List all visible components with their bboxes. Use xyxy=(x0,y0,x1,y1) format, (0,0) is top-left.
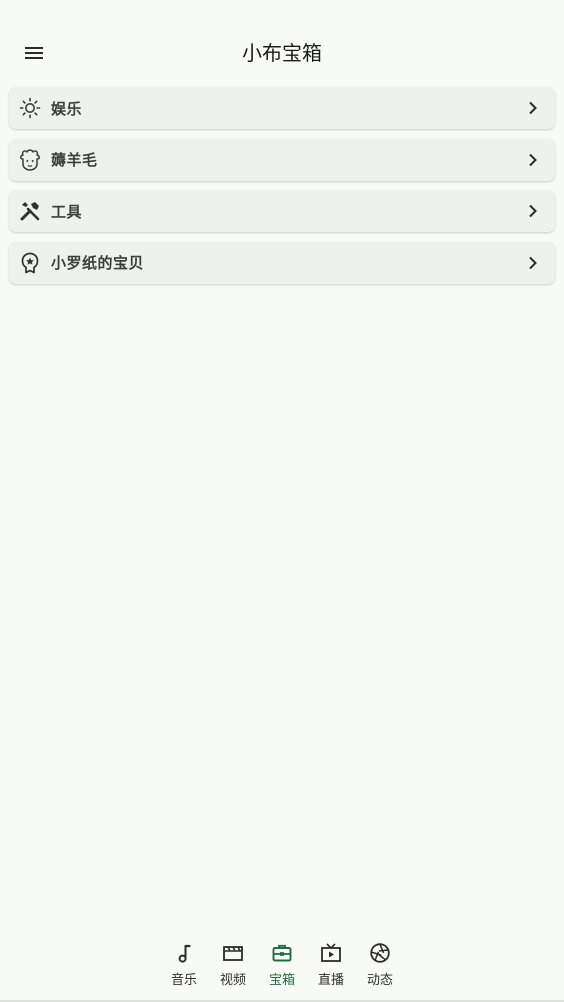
menu-icon xyxy=(25,47,43,59)
list-item-label: 薅羊毛 xyxy=(51,151,98,169)
nav-label: 音乐 xyxy=(170,973,197,988)
app-bar: 小布宝箱 xyxy=(0,24,564,82)
nav-item-music[interactable]: 音乐 xyxy=(160,940,209,988)
tools-icon xyxy=(20,202,40,221)
nav-label: 宝箱 xyxy=(268,973,295,988)
nav-item-live[interactable]: 直播 xyxy=(307,940,356,988)
list-item-label: 工具 xyxy=(51,202,83,221)
award-icon xyxy=(21,252,39,273)
list-item-label: 小罗纸的宝贝 xyxy=(51,254,145,272)
nav-label: 视频 xyxy=(219,973,246,988)
list-item-tools[interactable]: 工具 xyxy=(9,190,555,232)
page-title: 小布宝箱 xyxy=(242,41,322,65)
sun-icon xyxy=(19,97,41,119)
category-list: 娱乐 薅羊毛 工具 小罗纸的宝贝 xyxy=(9,87,555,293)
menu-button[interactable] xyxy=(14,33,54,73)
list-item-treasures[interactable]: 小罗纸的宝贝 xyxy=(9,241,555,284)
nav-item-treasure-box[interactable]: 宝箱 xyxy=(258,940,307,988)
tv-icon xyxy=(321,943,341,962)
nav-label: 直播 xyxy=(317,973,344,988)
music-note-icon xyxy=(178,944,191,963)
clapperboard-icon xyxy=(223,946,243,961)
chevron-right-icon xyxy=(529,101,537,115)
status-bar xyxy=(0,0,564,24)
sheep-icon xyxy=(20,148,40,171)
chevron-right-icon xyxy=(529,153,537,166)
aperture-icon xyxy=(370,943,390,963)
nav-item-moments[interactable]: 动态 xyxy=(356,940,405,988)
list-item-entertainment[interactable]: 娱乐 xyxy=(9,87,555,129)
chevron-right-icon xyxy=(529,204,537,218)
nav-label: 动态 xyxy=(366,973,393,988)
toolbox-icon xyxy=(272,944,292,962)
list-item-deals[interactable]: 薅羊毛 xyxy=(9,138,555,181)
nav-item-video[interactable]: 视频 xyxy=(209,940,258,988)
list-item-label: 娱乐 xyxy=(51,99,83,118)
chevron-right-icon xyxy=(529,256,537,269)
bottom-nav: 音乐 视频 宝箱 直播 动态 xyxy=(0,940,564,1002)
